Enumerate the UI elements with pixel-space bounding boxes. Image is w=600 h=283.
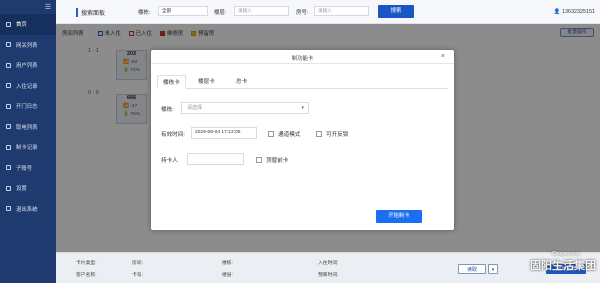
menu-toggle-icon[interactable]: ☰	[0, 0, 56, 14]
function-card-dialog: 制功能卡 × 楼栋卡 楼层卡 总卡 楼栋: 请选择 ▾ 有效时间: 2019-08…	[151, 50, 454, 230]
card-info-bar: 卡片类型: 房间: 楼栋: 入住时间: 客户名称: 卡号: 楼层: 预离时间: …	[56, 252, 600, 283]
sidebar-item-gateways[interactable]: 网关列表	[0, 35, 56, 56]
sidebar-item-label: 首页	[16, 22, 27, 29]
replace-card-label: 顶替前卡	[266, 158, 289, 164]
sidebar-item-label: 网关列表	[16, 42, 38, 49]
home-icon	[6, 21, 11, 27]
list-icon	[6, 42, 11, 48]
card-type-tabs: 楼栋卡 楼层卡 总卡	[157, 75, 448, 89]
sidebar-item-label: 取电列表	[16, 124, 38, 131]
power-icon	[6, 124, 11, 130]
close-icon[interactable]: ×	[441, 53, 445, 60]
anti-lock-checkbox[interactable]	[316, 131, 322, 137]
anti-lock-label: 可开反锁	[326, 132, 349, 138]
replace-card-checkbox[interactable]	[256, 157, 262, 163]
sidebar-item-subaccount[interactable]: 子账号	[0, 158, 56, 179]
building-select[interactable]: 请选择 ▾	[181, 102, 309, 114]
sidebar-item-card-records[interactable]: 制卡记录	[0, 137, 56, 158]
card-holder-input[interactable]	[187, 153, 244, 165]
chevron-down-icon: ▾	[301, 105, 304, 111]
sidebar-item-label: 设置	[16, 186, 27, 193]
logout-icon	[6, 206, 11, 212]
building-label: 楼栋:	[138, 10, 151, 16]
normal-open-checkbox[interactable]	[268, 131, 274, 137]
floor-info-label: 楼层:	[222, 273, 233, 278]
floor-input[interactable]: 请输入	[234, 6, 289, 16]
log-icon	[6, 103, 11, 109]
watermark-logo: 固阳生活集团	[530, 260, 596, 272]
building-info-label: 楼栋:	[222, 261, 233, 266]
start-make-card-button[interactable]: 开始制卡	[376, 210, 422, 223]
dialog-title: 制功能卡	[291, 56, 314, 62]
subaccount-icon	[6, 165, 11, 171]
settings-icon	[6, 185, 11, 191]
card-type-label: 卡片类型:	[76, 261, 97, 266]
dropdown-caret-button[interactable]: ▾	[488, 264, 498, 274]
sidebar-item-users[interactable]: 用户列表	[0, 55, 56, 76]
room-label: 房号:	[296, 10, 309, 16]
sidebar-item-label: 开门日志	[16, 104, 38, 111]
tab-master-card[interactable]: 总卡	[231, 75, 252, 89]
sidebar-item-label: 制卡记录	[16, 145, 38, 152]
room-input[interactable]: 请输入	[314, 6, 369, 16]
search-panel: 搜索面板 楼栋: 全部 楼层: 请输入 房号: 请输入 搜索 👤 1363232…	[56, 0, 600, 24]
sidebar-item-door-log[interactable]: 开门日志	[0, 96, 56, 117]
search-panel-title: 搜索面板	[76, 8, 105, 17]
search-button[interactable]: 搜索	[378, 5, 414, 18]
expire-time-label: 预离时间:	[318, 273, 339, 278]
tab-building-card[interactable]: 楼栋卡	[157, 75, 186, 89]
normal-open-label: 通道模式	[278, 132, 301, 138]
sidebar-item-settings[interactable]: 设置	[0, 178, 56, 199]
card-holder-label: 持卡人	[161, 158, 178, 164]
sidebar-item-label: 退出系统	[16, 206, 38, 213]
valid-time-label: 有效时间:	[161, 132, 185, 138]
sidebar-item-home[interactable]: 首页	[0, 14, 56, 35]
sidebar-item-label: 子账号	[16, 165, 33, 172]
sidebar-item-label: 入住记录	[16, 83, 38, 90]
sidebar-item-power[interactable]: 取电列表	[0, 117, 56, 138]
card-icon	[6, 144, 11, 150]
dialog-header: 制功能卡 ×	[151, 50, 454, 64]
valid-time-input[interactable]: 2019-08-04 17:13:05	[191, 127, 257, 139]
building-label: 楼栋:	[161, 107, 174, 113]
room-info-label: 房间:	[132, 261, 143, 266]
sidebar-item-checkins[interactable]: 入住记录	[0, 76, 56, 97]
sidebar: ☰ 首页 网关列表 用户列表 入住记录 开门日志 取电列表 制卡记录 子账号 设…	[0, 0, 56, 283]
sidebar-item-label: 用户列表	[16, 63, 38, 70]
read-card-button[interactable]: 读取	[458, 264, 486, 274]
tab-floor-card[interactable]: 楼层卡	[193, 75, 220, 89]
account-phone[interactable]: 👤 13632325151	[554, 9, 595, 15]
users-icon	[6, 62, 11, 68]
sidebar-item-logout[interactable]: 退出系统	[0, 199, 56, 220]
customer-name-label: 客户名称:	[76, 273, 97, 278]
card-number-label: 卡号:	[132, 273, 143, 278]
building-select[interactable]: 全部	[158, 6, 208, 16]
checkin-time-label: 入住时间:	[318, 261, 339, 266]
phone-text: 13632325151	[562, 9, 595, 15]
floor-label: 楼层:	[214, 10, 227, 16]
record-icon	[6, 83, 11, 89]
